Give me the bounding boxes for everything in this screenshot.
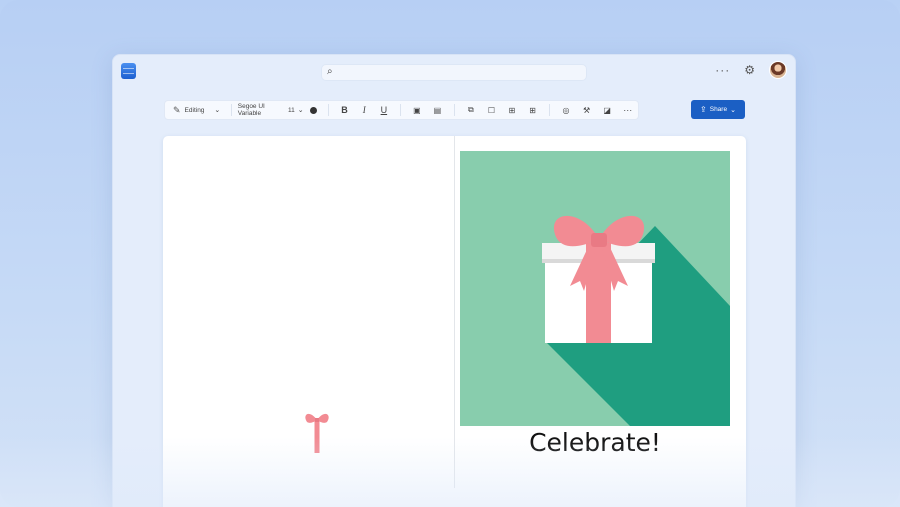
share-button[interactable]: ⇪ Share ⌄ xyxy=(691,100,745,119)
more-options-icon[interactable]: ··· xyxy=(715,63,730,77)
toolbar-divider xyxy=(327,104,329,116)
title-bar-actions: ··· ⚙ xyxy=(715,61,787,79)
copilot-icon: ◎ xyxy=(562,105,570,115)
small-gift-icon xyxy=(305,413,329,453)
font-color-button[interactable] xyxy=(306,102,322,118)
title-bar: ⌕ ··· ⚙ xyxy=(113,55,795,91)
grid-icon: ⊞ xyxy=(529,105,536,115)
insert-comment-button[interactable]: ▣ xyxy=(407,102,428,118)
search-input[interactable] xyxy=(338,65,578,80)
card-title[interactable]: Celebrate! xyxy=(460,428,730,457)
card-fold-line xyxy=(454,136,455,488)
italic-button[interactable]: I xyxy=(354,102,374,118)
small-gift-knot xyxy=(315,418,319,422)
card-cover-illustration xyxy=(460,151,730,426)
sticky-note-button[interactable]: ◪ xyxy=(597,102,618,118)
gear-icon[interactable]: ⚙ xyxy=(744,63,755,77)
bold-button[interactable]: B xyxy=(335,102,355,118)
table-icon: ⊞ xyxy=(508,105,516,115)
app-window: ⌕ ··· ⚙ ✎ Editing ⌄ Segoe UI Variable 11… xyxy=(112,54,796,507)
font-size-dropdown[interactable]: 11 ⌄ xyxy=(286,102,306,118)
gift-bow-knot xyxy=(591,233,607,247)
sticky-note-icon: ◪ xyxy=(603,105,611,115)
more-tools-button[interactable]: ··· xyxy=(617,102,638,118)
share-label: Share xyxy=(709,106,728,113)
document-app-icon[interactable] xyxy=(121,63,136,79)
font-name-dropdown[interactable]: Segoe UI Variable xyxy=(238,102,286,118)
magic-wand-icon: ⚒ xyxy=(583,105,591,115)
editing-mode-label: Editing xyxy=(184,106,205,114)
share-icon: ⇪ xyxy=(700,105,707,114)
draw-icon: ☐ xyxy=(487,105,496,115)
toolbar-divider xyxy=(399,104,401,116)
insert-shape-button[interactable]: ⧉ xyxy=(461,102,482,118)
toolbar-divider xyxy=(453,104,455,116)
chevron-down-icon: ⌄ xyxy=(730,106,736,114)
format-toolbar: ✎ Editing ⌄ Segoe UI Variable 11 ⌄ B I U… xyxy=(164,100,639,120)
card-page: Celebrate! xyxy=(163,136,746,507)
toolbar-divider xyxy=(548,104,550,116)
avatar[interactable] xyxy=(769,61,787,79)
chevron-down-icon: ⌄ xyxy=(214,107,221,114)
insert-drawing-button[interactable]: ☐ xyxy=(481,102,502,118)
chevron-down-icon: ⌄ xyxy=(297,107,304,114)
underline-button[interactable]: U xyxy=(374,102,394,118)
shapes-icon: ⧉ xyxy=(468,105,474,114)
small-gift-ribbon xyxy=(314,420,320,453)
font-color-icon xyxy=(310,106,318,114)
search-box[interactable]: ⌕ xyxy=(321,64,587,81)
font-name-label: Segoe UI Variable xyxy=(237,103,265,117)
toolbar-divider xyxy=(230,104,232,116)
pencil-icon: ✎ xyxy=(173,104,181,115)
insert-image-button[interactable]: ▤ xyxy=(427,102,448,118)
insert-table-button[interactable]: ⊞ xyxy=(502,102,523,118)
font-size-label: 11 xyxy=(288,106,295,114)
design-button[interactable]: ⚒ xyxy=(576,102,597,118)
editing-mode-dropdown[interactable]: ✎ Editing ⌄ xyxy=(173,102,225,118)
comment-icon: ▣ xyxy=(413,105,421,115)
copilot-button[interactable]: ◎ xyxy=(556,102,577,118)
insert-grid-button[interactable]: ⊞ xyxy=(522,102,543,118)
more-horizontal-icon: ··· xyxy=(623,105,633,115)
search-icon: ⌕ xyxy=(327,66,333,77)
image-icon: ▤ xyxy=(433,105,442,115)
